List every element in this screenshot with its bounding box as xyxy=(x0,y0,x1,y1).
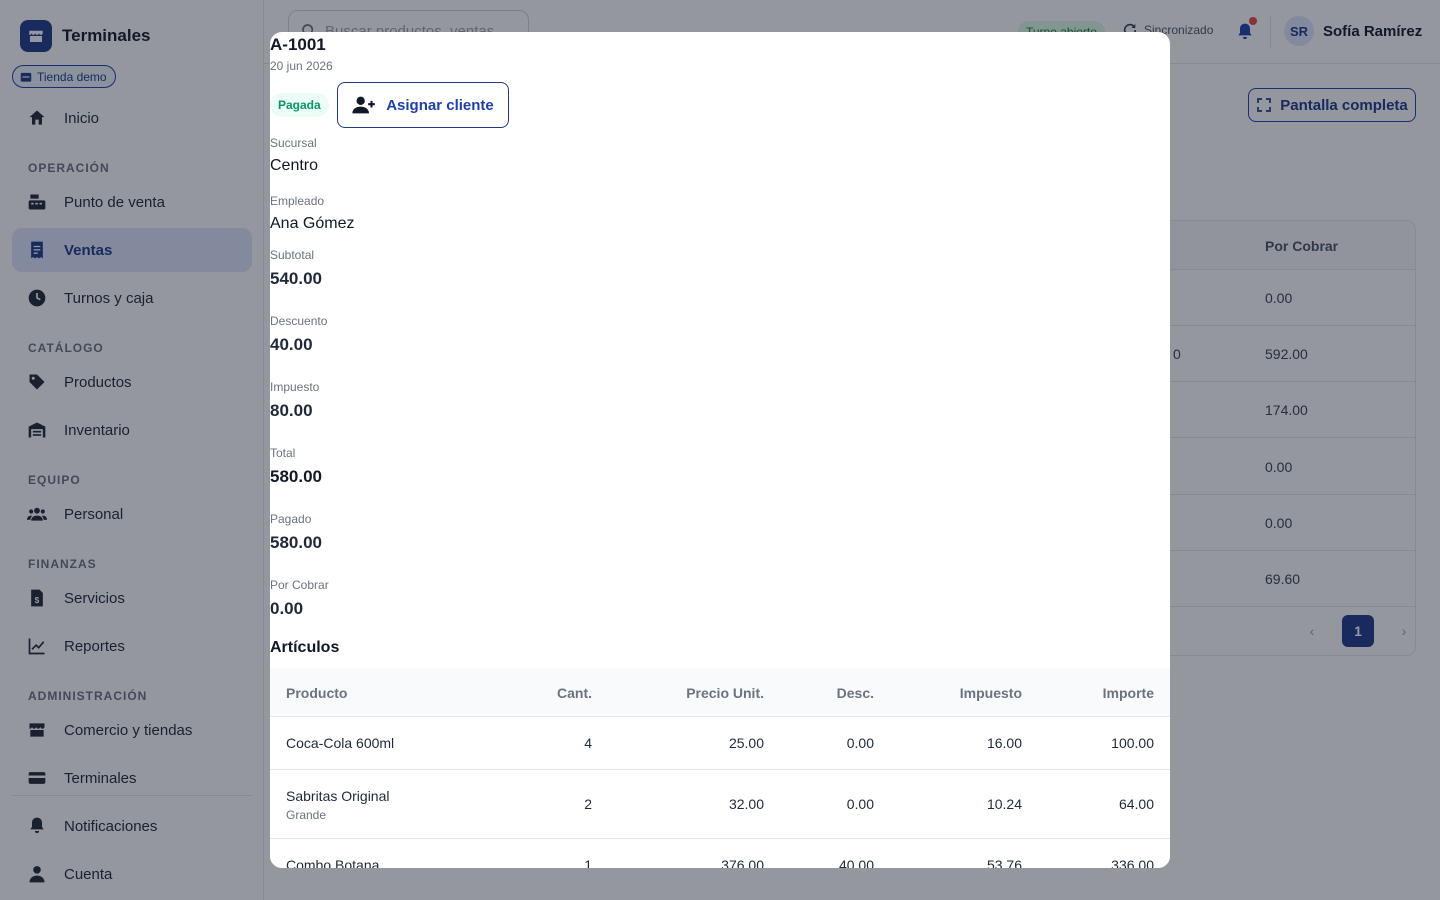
field-label-impuesto: Impuesto xyxy=(270,380,320,394)
cell-cantidad: 1 xyxy=(584,857,592,868)
cell-producto: Coca-Cola 600ml xyxy=(286,735,395,751)
cell-precio: 25.00 xyxy=(728,735,764,751)
items-section-title: Artículos xyxy=(270,639,340,656)
cell-cantidad: 2 xyxy=(584,796,592,812)
cell-importe: 100.00 xyxy=(1111,735,1154,751)
field-value-sucursal: Centro xyxy=(270,157,319,174)
field-value-descuento: 40.00 xyxy=(270,335,313,354)
cell-importe: 336.00 xyxy=(1111,857,1154,868)
field-label-por-cobrar: Por Cobrar xyxy=(270,578,329,592)
column-header-precio-unit: Precio Unit. xyxy=(686,685,764,701)
sale-date: 20 jun 2026 xyxy=(270,59,333,73)
field-label-subtotal: Subtotal xyxy=(270,248,315,262)
table-row[interactable]: Sabritas Original Grande 2 32.00 0.00 10… xyxy=(270,770,1170,839)
cell-producto: Sabritas Original xyxy=(286,788,390,804)
table-row[interactable]: Combo Botana 1 376.00 40.00 53.76 336.00 xyxy=(270,839,1170,868)
cell-variante: Grande xyxy=(286,808,327,822)
cell-impuesto: 53.76 xyxy=(986,857,1022,868)
sale-folio: A-1001 xyxy=(270,35,326,54)
status-badge: Pagada xyxy=(270,93,329,117)
field-value-subtotal: 540.00 xyxy=(270,269,322,288)
cell-importe: 64.00 xyxy=(1118,796,1154,812)
field-value-por-cobrar: 0.00 xyxy=(270,599,304,618)
field-label-total: Total xyxy=(270,446,296,460)
cell-impuesto: 10.24 xyxy=(986,796,1022,812)
user-plus-icon xyxy=(352,96,376,114)
sale-detail-modal: A-1001 20 jun 2026 Pagada Asignar client… xyxy=(270,32,1170,868)
cell-descuento: 40.00 xyxy=(838,857,874,868)
items-table-header: Producto Cant. Precio Unit. Desc. Impues… xyxy=(270,668,1170,717)
cell-descuento: 0.00 xyxy=(846,796,874,812)
column-header-cantidad: Cant. xyxy=(557,685,592,701)
assign-customer-button[interactable]: Asignar cliente xyxy=(337,82,509,128)
field-value-empleado: Ana Gómez xyxy=(270,215,355,232)
field-value-impuesto: 80.00 xyxy=(270,401,313,420)
cell-precio: 32.00 xyxy=(728,796,764,812)
field-value-total: 580.00 xyxy=(270,467,322,486)
field-label-empleado: Empleado xyxy=(270,194,325,208)
cell-impuesto: 16.00 xyxy=(986,735,1022,751)
table-row[interactable]: Coca-Cola 600ml 4 25.00 0.00 16.00 100.0… xyxy=(270,717,1170,770)
column-header-producto: Producto xyxy=(286,685,348,701)
cell-descuento: 0.00 xyxy=(846,735,874,751)
cell-producto: Combo Botana xyxy=(286,857,380,868)
field-label-sucursal: Sucursal xyxy=(270,136,317,150)
field-label-pagado: Pagado xyxy=(270,512,312,526)
column-header-importe: Importe xyxy=(1102,685,1154,701)
assign-customer-label: Asignar cliente xyxy=(386,96,494,114)
cell-precio: 376.00 xyxy=(721,857,764,868)
field-label-descuento: Descuento xyxy=(270,314,328,328)
column-header-impuesto: Impuesto xyxy=(959,685,1022,701)
field-value-pagado: 580.00 xyxy=(270,533,322,552)
column-header-descuento: Desc. xyxy=(836,685,874,701)
cell-cantidad: 4 xyxy=(584,735,592,751)
